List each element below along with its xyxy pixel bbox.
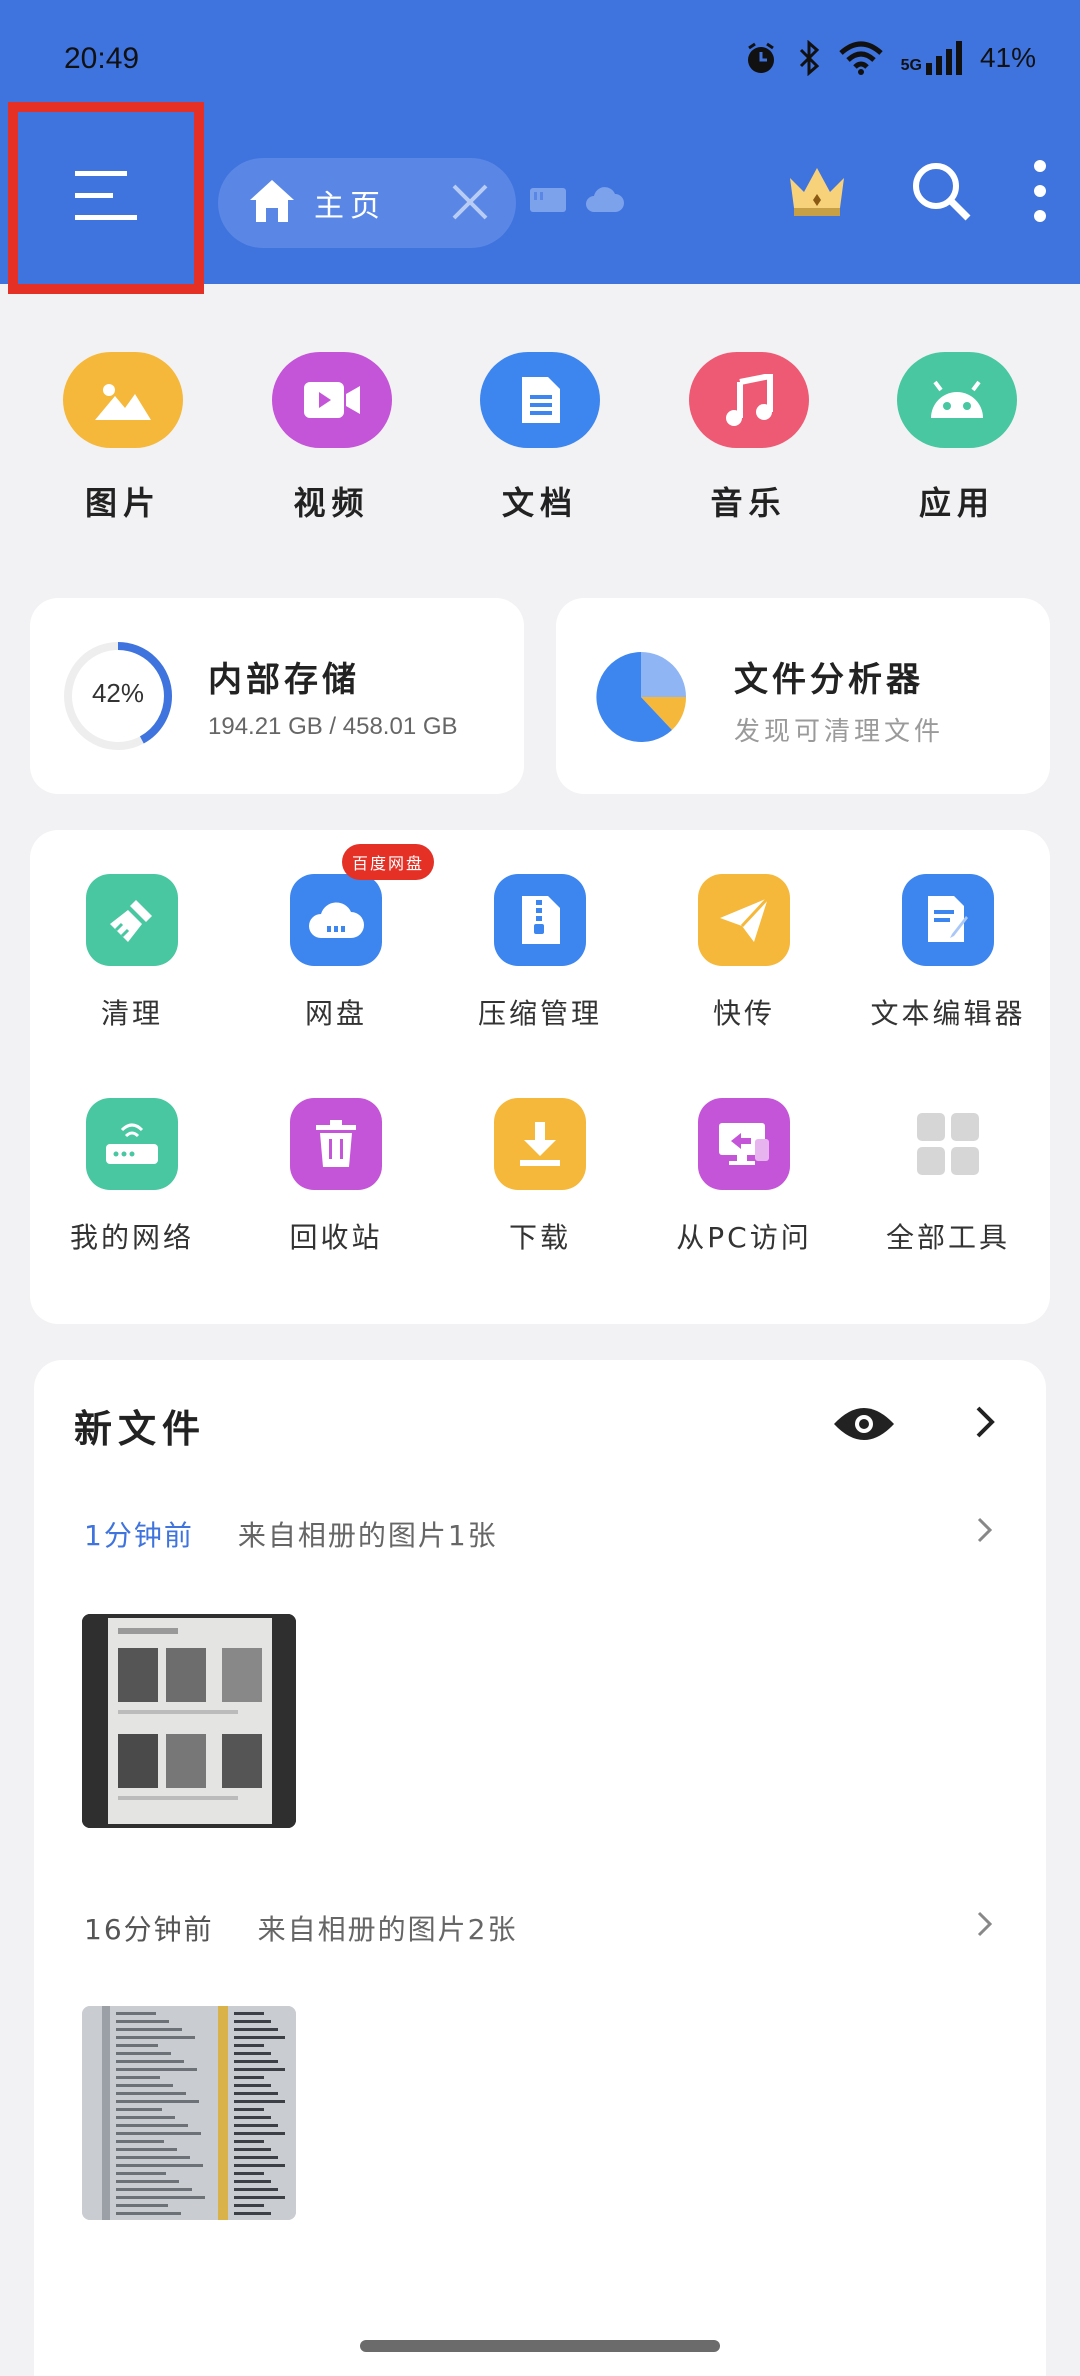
menu-button[interactable] bbox=[8, 102, 204, 294]
header-actions bbox=[786, 160, 1046, 226]
tool-pc-access[interactable]: 从PC访问 bbox=[642, 1098, 846, 1256]
storage-percent: 42% bbox=[91, 678, 145, 708]
tab-source-icons bbox=[528, 184, 624, 220]
tab-home[interactable]: 主页 bbox=[218, 158, 516, 248]
tool-recycle-bin[interactable]: 回收站 bbox=[234, 1098, 438, 1256]
video-icon bbox=[271, 352, 392, 448]
tab-home-label: 主页 bbox=[314, 189, 386, 224]
tool-clean[interactable]: 清理 bbox=[30, 874, 234, 1032]
category-label: 文档 bbox=[501, 484, 578, 522]
group-time: 1分钟前 bbox=[84, 1519, 194, 1552]
tool-my-network[interactable]: 我的网络 bbox=[30, 1098, 234, 1256]
document-icon bbox=[480, 352, 600, 448]
baidu-badge: 百度网盘 bbox=[342, 844, 435, 880]
tools-grid: 清理 百度网盘 网盘 压缩管理 快传 文本编辑器 我的网络 回收站 下载 从PC… bbox=[30, 844, 1050, 1256]
new-files-card: 新文件 1分钟前 来自相册的图片1张 16分钟前 来自相册的图片2张 bbox=[34, 1360, 1046, 2376]
grid-icon bbox=[902, 1098, 994, 1190]
download-icon bbox=[494, 1098, 586, 1190]
app-header: 20:49 5G 41% 主页 bbox=[0, 0, 1080, 294]
tool-cloud-drive[interactable]: 百度网盘 网盘 bbox=[234, 844, 438, 1032]
android-icon bbox=[897, 352, 1017, 448]
tool-quick-send[interactable]: 快传 bbox=[642, 874, 846, 1032]
tool-label: 我的网络 bbox=[69, 1221, 194, 1254]
storage-title: 内部存储 bbox=[208, 660, 360, 700]
tool-label: 回收站 bbox=[289, 1221, 383, 1254]
home-icon bbox=[248, 178, 296, 228]
text-editor-icon bbox=[902, 874, 994, 966]
cloud-icon[interactable] bbox=[584, 184, 624, 220]
close-icon[interactable] bbox=[448, 180, 492, 228]
more-vert-icon[interactable] bbox=[1034, 160, 1046, 226]
tools-card: 清理 百度网盘 网盘 压缩管理 快传 文本编辑器 我的网络 回收站 下载 从PC… bbox=[30, 830, 1050, 1324]
storage-usage: 194.21 GB / 458.01 GB bbox=[208, 713, 458, 740]
category-label: 图片 bbox=[84, 484, 161, 522]
file-thumbnail[interactable] bbox=[82, 2006, 296, 2220]
tool-archive[interactable]: 压缩管理 bbox=[438, 874, 642, 1032]
status-time: 20:49 bbox=[64, 42, 140, 75]
pie-chart-icon bbox=[592, 648, 690, 750]
chevron-right-icon[interactable] bbox=[974, 1404, 998, 1444]
category-images[interactable]: 图片 bbox=[48, 352, 198, 524]
file-thumbnail[interactable] bbox=[82, 1614, 296, 1828]
tool-label: 文本编辑器 bbox=[870, 997, 1026, 1030]
gesture-bar bbox=[360, 2340, 720, 2352]
tool-label: 清理 bbox=[100, 997, 163, 1030]
chevron-right-icon[interactable] bbox=[976, 1910, 994, 1942]
tool-text-editor[interactable]: 文本编辑器 bbox=[846, 874, 1050, 1032]
tool-label: 从PC访问 bbox=[676, 1221, 812, 1254]
category-documents[interactable]: 文档 bbox=[465, 352, 615, 524]
storage-usage-ring: 42% bbox=[62, 640, 174, 752]
bluetooth-icon bbox=[797, 40, 821, 76]
tool-label: 下载 bbox=[508, 1221, 571, 1254]
eye-icon[interactable] bbox=[832, 1404, 896, 1448]
file-group-header[interactable]: 1分钟前 来自相册的图片1张 bbox=[84, 1514, 498, 1554]
tool-label: 网盘 bbox=[304, 997, 367, 1030]
music-icon bbox=[688, 352, 809, 448]
chevron-right-icon[interactable] bbox=[976, 1516, 994, 1548]
router-icon bbox=[86, 1098, 178, 1190]
file-analyzer-card[interactable]: 文件分析器 发现可清理文件 bbox=[556, 598, 1050, 794]
search-icon[interactable] bbox=[910, 160, 972, 226]
sd-card-icon[interactable] bbox=[528, 184, 568, 220]
new-files-title: 新文件 bbox=[74, 1407, 207, 1451]
group-description: 来自相册的图片1张 bbox=[237, 1519, 498, 1552]
category-label: 视频 bbox=[293, 484, 370, 522]
file-group-header[interactable]: 16分钟前 来自相册的图片2张 bbox=[84, 1908, 517, 1948]
category-row: 图片 视频 文档 音乐 应用 bbox=[0, 352, 1080, 524]
hamburger-icon bbox=[75, 169, 137, 227]
network-type: 5G bbox=[900, 57, 922, 74]
image-icon bbox=[63, 352, 183, 448]
zip-icon bbox=[494, 874, 586, 966]
paper-plane-icon bbox=[698, 874, 790, 966]
pc-access-icon bbox=[698, 1098, 790, 1190]
signal-icon: 5G bbox=[901, 41, 962, 75]
analyzer-subtitle: 发现可清理文件 bbox=[734, 717, 945, 747]
trash-icon bbox=[290, 1098, 382, 1190]
tool-all-tools[interactable]: 全部工具 bbox=[846, 1098, 1050, 1256]
tool-label: 压缩管理 bbox=[477, 997, 602, 1030]
crown-icon[interactable] bbox=[786, 164, 848, 222]
status-icons: 5G 41% bbox=[743, 40, 1036, 76]
wifi-icon bbox=[838, 41, 883, 75]
category-label: 音乐 bbox=[710, 484, 787, 522]
group-time: 16分钟前 bbox=[84, 1913, 214, 1946]
alarm-icon bbox=[743, 40, 779, 76]
tool-label: 全部工具 bbox=[885, 1221, 1010, 1254]
tool-download[interactable]: 下载 bbox=[438, 1098, 642, 1256]
battery-text: 41% bbox=[979, 42, 1036, 73]
internal-storage-card[interactable]: 42% 内部存储 194.21 GB / 458.01 GB bbox=[30, 598, 524, 794]
category-music[interactable]: 音乐 bbox=[674, 352, 824, 524]
analyzer-title: 文件分析器 bbox=[734, 660, 924, 700]
category-apps[interactable]: 应用 bbox=[882, 352, 1032, 524]
category-videos[interactable]: 视频 bbox=[257, 352, 407, 524]
tool-label: 快传 bbox=[712, 997, 775, 1030]
broom-icon bbox=[86, 874, 178, 966]
category-label: 应用 bbox=[918, 484, 995, 522]
cloud-drive-icon bbox=[290, 874, 382, 966]
group-description: 来自相册的图片2张 bbox=[257, 1913, 518, 1946]
